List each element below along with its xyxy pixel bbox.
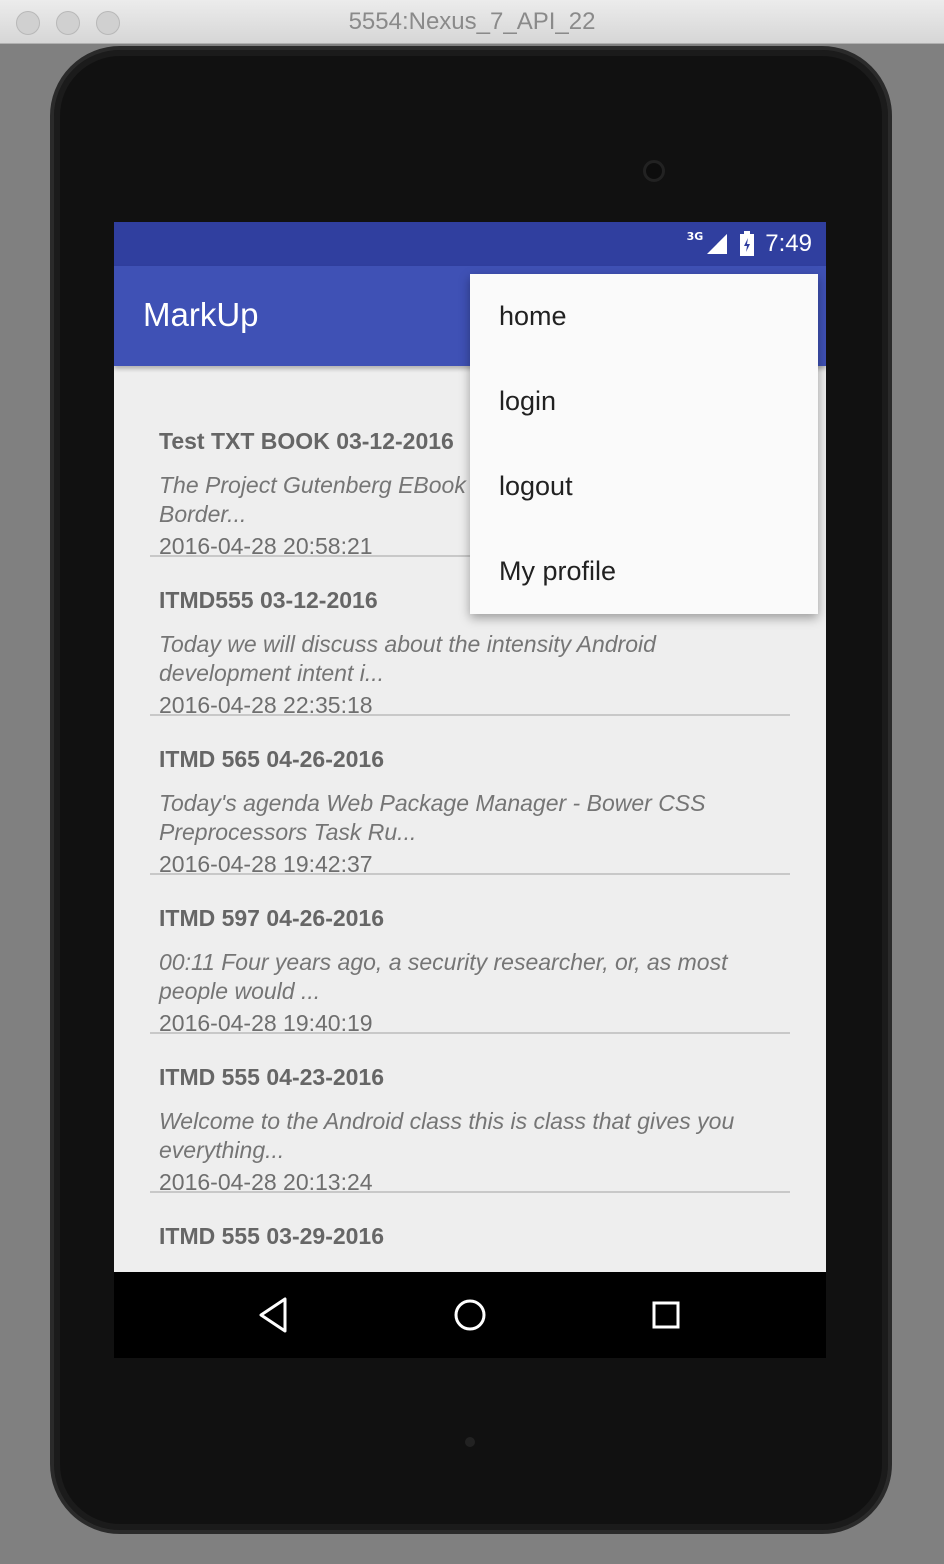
- note-title: ITMD555 03-12-2016: [159, 587, 378, 613]
- battery-icon: [740, 231, 755, 256]
- window-titlebar: 5554:Nexus_7_API_22: [0, 0, 944, 44]
- network-type: 3G: [686, 229, 704, 243]
- note-date: 2016-04-28 20:13:24: [159, 1169, 373, 1195]
- menu-item-logout[interactable]: logout: [470, 444, 818, 529]
- navigation-bar: [114, 1272, 826, 1358]
- notification-led: [465, 1437, 475, 1447]
- list-item[interactable]: ITMD 565 04-26-2016 Today's agenda Web P…: [150, 716, 790, 877]
- note-snippet: Today's agenda Web Package Manager - Bow…: [159, 790, 706, 845]
- note-title: ITMD 565 04-26-2016: [159, 746, 385, 772]
- status-clock: 7:49: [765, 230, 812, 257]
- note-title: ITMD 555 03-29-2016: [159, 1223, 385, 1249]
- note-date: 2016-04-28 22:35:18: [159, 692, 373, 718]
- recents-icon[interactable]: [643, 1292, 689, 1338]
- device-screen: 3G 7:49 MarkUp Test TXT BOOK 03-12-2016 …: [114, 222, 826, 1358]
- note-title: Test TXT BOOK 03-12-2016: [159, 428, 454, 454]
- menu-item-login[interactable]: login: [470, 359, 818, 444]
- menu-item-home[interactable]: home: [470, 274, 818, 359]
- note-snippet: Today we will discuss about the intensit…: [159, 631, 656, 686]
- back-icon[interactable]: [251, 1292, 297, 1338]
- overflow-menu: home login logout My profile: [470, 274, 818, 614]
- note-snippet: Welcome to the Android class this is cla…: [159, 1108, 735, 1163]
- list-item[interactable]: ITMD 597 04-26-2016 00:11 Four years ago…: [150, 875, 790, 1036]
- note-date: 2016-04-28 20:58:21: [159, 533, 373, 559]
- home-icon[interactable]: [447, 1292, 493, 1338]
- note-title: ITMD 597 04-26-2016: [159, 905, 385, 931]
- window-title: 5554:Nexus_7_API_22: [348, 8, 596, 35]
- list-item[interactable]: ITMD 555 04-23-2016 Welcome to the Andro…: [150, 1034, 790, 1195]
- note-date: 2016-04-28 19:42:37: [159, 851, 373, 877]
- status-bar: 3G 7:49: [114, 222, 826, 266]
- note-snippet: 00:11 Four years ago, a security researc…: [159, 949, 728, 1004]
- note-title: ITMD 555 04-23-2016: [159, 1064, 385, 1090]
- signal-icon: [707, 234, 728, 254]
- menu-item-my-profile[interactable]: My profile: [470, 529, 818, 614]
- note-date: 2016-04-28 19:40:19: [159, 1010, 373, 1036]
- front-camera: [643, 160, 665, 182]
- app-title: MarkUp: [143, 296, 259, 333]
